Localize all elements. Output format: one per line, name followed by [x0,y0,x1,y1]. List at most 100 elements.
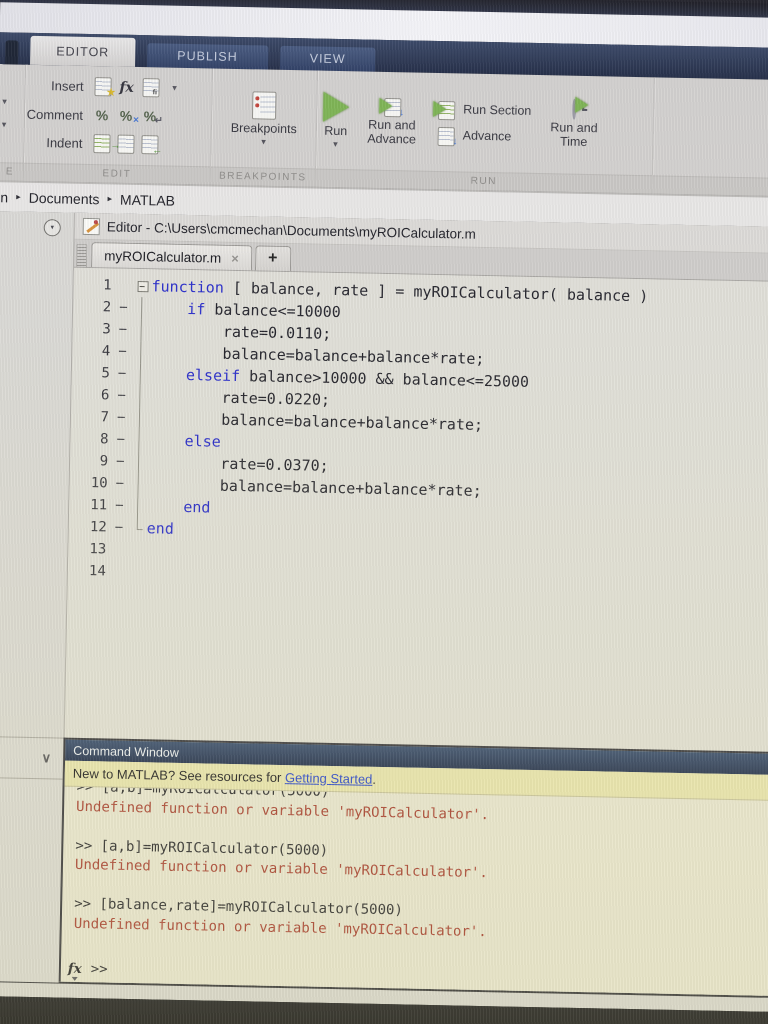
code-text: end [147,497,211,517]
fold-marker [133,319,151,341]
breakpoint-gutter[interactable]: − [118,344,132,360]
editor-pencil-icon [82,217,100,235]
run-and-time-button[interactable]: Run and Time [545,96,604,149]
run-section-button[interactable]: Run Section [433,99,531,121]
keyword-token: end [183,497,211,517]
dropdown-icon: ▾ [172,82,177,93]
dropdown-icon[interactable]: ▾ [261,136,266,146]
indent-label: Indent [46,135,83,151]
breadcrumb-separator-icon: ▸ [16,191,21,202]
breakpoint-gutter[interactable]: − [115,520,129,536]
run-and-advance-label: Run and Advance [367,117,417,147]
run-section-column: Run Section ↓ Advance [433,99,531,147]
line-number: 5 [101,365,111,382]
ribbon-toolbar: ▾ ▾ E Insert ★ fx fi ▾ Comment % % × % ↵… [0,64,768,197]
comment-row: Comment % % × % ↵ [25,102,211,130]
indent-left-button[interactable]: ← [137,135,162,156]
comment-label: Comment [26,106,84,123]
run-and-advance-button[interactable]: ↓ Run and Advance [362,96,421,147]
insert-section-button[interactable]: fi [138,78,162,98]
left-panel-bottom: ∨ [0,736,64,983]
indent-row: Indent → ← [24,130,210,158]
fold-marker [133,297,151,319]
breakpoint-gutter[interactable]: − [117,410,131,426]
collapse-chevron-icon[interactable]: ∨ [41,750,51,766]
breakpoint-gutter[interactable]: − [117,388,131,404]
breadcrumb-segment-documents[interactable]: Documents [29,189,100,206]
fold-marker [132,341,150,363]
prompt-chevrons: >> [90,961,108,978]
editor-title: Editor - C:\Users\cmcmechan\Documents\my… [106,218,476,242]
tab-editor[interactable]: EDITOR [30,35,136,67]
fi-icon: fi [152,89,158,97]
line-number: 8 [99,431,109,448]
breakpoint-gutter[interactable]: − [119,322,133,338]
breakpoint-gutter[interactable]: − [115,498,129,514]
document-tab[interactable]: myROICalculator.m × [90,242,253,271]
line-number: 9 [99,453,109,470]
breakpoints-icon[interactable] [251,90,277,120]
ribbon-tab-stub [5,40,19,65]
breakpoint-gutter[interactable]: − [118,366,132,382]
fold-marker [131,385,149,407]
getting-started-link[interactable]: Getting Started [285,770,373,787]
breakpoint-gutter[interactable]: − [119,300,133,316]
line-number: 1 [103,277,112,294]
code-text: rate=0.0220; [149,387,331,409]
fold-marker [131,407,149,429]
breadcrumb-segment-matlab[interactable]: MATLAB [120,191,175,208]
line-number: 4 [101,343,111,360]
panel-collapse-row: ∨ [0,737,64,780]
advance-button[interactable]: ↓ Advance [434,125,530,147]
left-panel: ▾ [0,211,76,738]
run-button[interactable]: Run ▾ [322,91,350,149]
insert-label: Insert [50,78,84,94]
toolbar-group-breakpoints: Breakpoints ▾ BREAKPOINTS [210,68,318,187]
line-number: 10 [90,475,108,492]
indent-right-button[interactable]: → [110,134,137,154]
keyword-token: function [151,277,225,297]
bottom-area: ∨ Command Window New to MATLAB? See reso… [0,736,768,996]
tab-view[interactable]: VIEW [279,45,376,72]
breakpoint-gutter[interactable]: − [116,454,130,470]
fold-marker [130,451,148,473]
main-area: ▾ Editor - C:\Users\cmcmechan\Documents\… [0,211,768,752]
fold-marker[interactable] [133,275,151,297]
banner-text: New to MATLAB? See resources for [72,765,286,786]
command-window-output[interactable]: >> [a,b]=myROICalculator(5000) Undefined … [61,787,768,970]
tab-publish[interactable]: PUBLISH [147,43,268,70]
tab-drag-handle[interactable] [75,243,88,267]
fold-marker [130,429,148,451]
insert-comment-button[interactable]: ★ [90,77,116,99]
code-text: rate=0.0110; [150,321,332,343]
line-number: 11 [90,497,108,514]
new-document-tab-button[interactable]: + [254,245,292,272]
wrap-comments-button[interactable]: % ↵ [138,108,163,126]
dropdown-icon[interactable]: ▾ [2,96,24,106]
line-number: 3 [102,321,111,338]
breakpoints-button[interactable]: Breakpoints [231,120,297,135]
matlab-window: EDITOR PUBLISH VIEW ▾ ▾ E Insert ★ fx fi… [0,0,768,1024]
run-label: Run [324,123,348,138]
breakpoint-gutter[interactable]: − [115,476,129,492]
dropdown-icon[interactable]: ▾ [2,119,24,129]
run-and-advance-icon: ↓ [379,96,404,118]
fold-marker [129,495,147,517]
insert-function-button[interactable]: fx [114,79,138,95]
keyword-token: elseif [185,365,241,386]
uncomment-button[interactable]: % × [114,108,139,126]
breadcrumb-segment[interactable]: n [0,189,8,205]
breakpoint-gutter[interactable]: − [116,432,130,448]
line-number: 12 [89,519,107,536]
code-editor[interactable]: 1 function [ balance, rate ] = myROICalcu… [64,267,768,752]
comment-button[interactable]: % [90,107,114,123]
panel-menu-button[interactable]: ▾ [43,219,61,237]
close-icon[interactable]: × [231,250,239,265]
fx-prompt-icon: fx [67,960,82,978]
code-text: if balance<=10000 [187,300,341,322]
run-and-time-icon [572,96,589,120]
insert-dropdown[interactable]: ▾ [162,82,186,93]
line-number: 7 [100,409,110,426]
insert-row: Insert ★ fx fi ▾ [25,73,211,101]
screen: EDITOR PUBLISH VIEW ▾ ▾ E Insert ★ fx fi… [0,0,768,1024]
